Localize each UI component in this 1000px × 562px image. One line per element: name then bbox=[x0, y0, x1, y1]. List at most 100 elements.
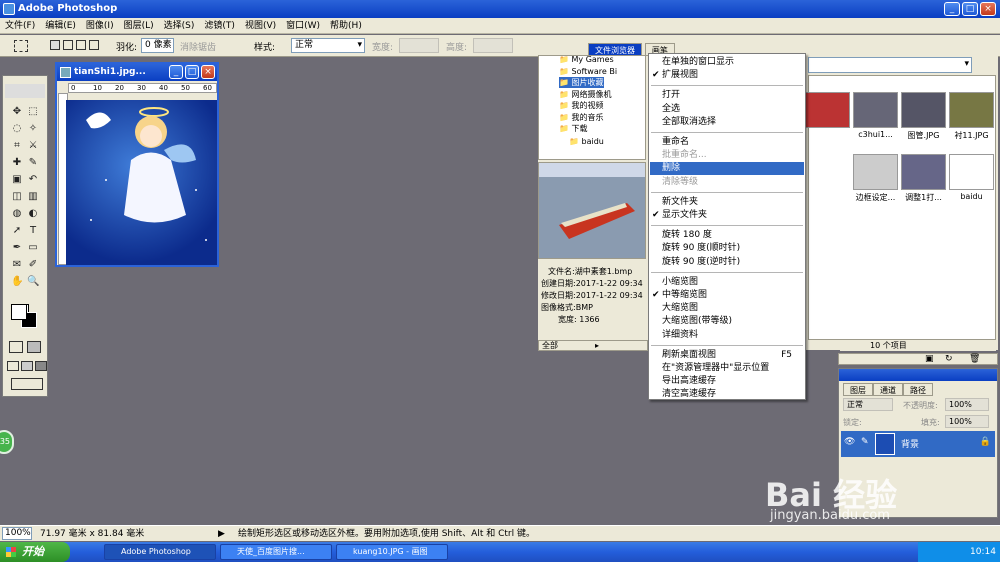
thumbnail[interactable] bbox=[853, 92, 898, 128]
context-menu-item[interactable]: ✔ 显示文件夹 bbox=[650, 209, 804, 222]
play-icon[interactable]: ▶ bbox=[218, 526, 225, 542]
path-dropdown[interactable]: ▾ bbox=[808, 57, 972, 73]
tree-folder-item[interactable]: 📁 Software Bi bbox=[559, 66, 617, 77]
brush-tool-icon[interactable]: ✎ bbox=[27, 157, 39, 169]
layers-tab[interactable]: 通道 bbox=[873, 383, 903, 396]
move-tool-icon[interactable]: ✥ bbox=[11, 106, 23, 118]
context-menu-item[interactable]: 详细资料 bbox=[650, 329, 804, 342]
context-menu-item[interactable]: 旋转 90 度(顺时针) bbox=[650, 242, 804, 255]
history-brush-tool-icon[interactable]: ↶ bbox=[27, 174, 39, 186]
layers-title-bar[interactable] bbox=[839, 369, 997, 381]
thumbnail[interactable] bbox=[901, 92, 946, 128]
magic-wand-tool-icon[interactable]: ✧ bbox=[27, 123, 39, 135]
pen-tool-icon[interactable]: ✒ bbox=[11, 242, 23, 254]
context-menu-item[interactable]: 打开 bbox=[650, 89, 804, 102]
menu-item-3[interactable]: 图层(L) bbox=[119, 18, 159, 34]
shape-tool-icon[interactable]: ▭ bbox=[27, 242, 39, 254]
context-menu-item[interactable]: 重命名 bbox=[650, 136, 804, 149]
context-menu-item[interactable]: 在"资源管理器中"显示位置 bbox=[650, 362, 804, 375]
screen-mode-black-icon[interactable] bbox=[35, 361, 47, 371]
context-menu-item[interactable]: 大缩览图 bbox=[650, 302, 804, 315]
context-menu-item[interactable]: 旋转 90 度(逆时针) bbox=[650, 256, 804, 269]
new-folder-icon[interactable]: ▣ bbox=[925, 354, 934, 364]
tree-folder-item[interactable]: 📁 图片收藏 bbox=[559, 77, 604, 88]
gradient-tool-icon[interactable]: ▥ bbox=[27, 191, 39, 203]
screen-mode-standard-icon[interactable] bbox=[7, 361, 19, 371]
fill-input[interactable]: 100% bbox=[945, 415, 989, 428]
context-menu-item[interactable]: 大缩览图(带等级) bbox=[650, 315, 804, 328]
tree-folder-item[interactable]: 📁 我的音乐 bbox=[559, 112, 604, 123]
menu-item-2[interactable]: 图像(I) bbox=[81, 18, 119, 34]
close-button[interactable]: × bbox=[980, 2, 996, 16]
image-canvas[interactable] bbox=[66, 100, 217, 265]
context-menu-item[interactable]: 删除 bbox=[650, 162, 804, 176]
doc-close-button[interactable]: × bbox=[201, 65, 215, 79]
thumbnail[interactable] bbox=[949, 92, 994, 128]
rotate-icon[interactable]: ↻ bbox=[945, 354, 953, 364]
intersect-selection-icon[interactable] bbox=[89, 40, 99, 50]
context-menu-item[interactable]: ✔ 中等缩览图 bbox=[650, 289, 804, 302]
context-menu-item[interactable]: 小缩览图 bbox=[650, 276, 804, 289]
marquee-tool-icon[interactable]: ⬚ bbox=[27, 106, 39, 118]
marquee-tool-icon[interactable] bbox=[14, 40, 28, 52]
slice-tool-icon[interactable]: ⚔ bbox=[27, 140, 39, 152]
context-menu-item[interactable]: 全选 bbox=[650, 103, 804, 116]
task-browser[interactable]: 天使_百度图片搜... bbox=[220, 544, 332, 560]
foreground-swatch[interactable] bbox=[11, 304, 27, 320]
eye-icon[interactable]: 👁 bbox=[844, 437, 855, 447]
path-select-tool-icon[interactable]: ➚ bbox=[11, 225, 23, 237]
menu-item-7[interactable]: 窗口(W) bbox=[281, 18, 325, 34]
task-paint[interactable]: kuang10.JPG - 画图 bbox=[336, 544, 448, 560]
tree-folder-item[interactable]: 📁 下载 bbox=[559, 123, 588, 134]
menu-item-1[interactable]: 编辑(E) bbox=[40, 18, 81, 34]
healing-tool-icon[interactable]: ✚ bbox=[11, 157, 23, 169]
doc-maximize-button[interactable]: □ bbox=[185, 65, 199, 79]
thumbnail[interactable] bbox=[853, 154, 898, 190]
notes-tool-icon[interactable]: ✉ bbox=[11, 259, 23, 271]
antialias-checkbox[interactable]: 消除锯齿 bbox=[180, 40, 216, 53]
filter-select[interactable]: 全部 ▸ bbox=[538, 340, 648, 351]
menu-item-4[interactable]: 选择(S) bbox=[159, 18, 200, 34]
quickmask-mode-icon[interactable] bbox=[27, 341, 41, 353]
tree-folder-item[interactable]: 📁 网络摄像机 bbox=[559, 89, 612, 100]
new-selection-icon[interactable] bbox=[50, 40, 60, 50]
zoom-tool-icon[interactable]: 🔍 bbox=[27, 276, 39, 288]
context-menu-item[interactable]: 在单独的窗口显示 bbox=[650, 56, 804, 69]
eraser-tool-icon[interactable]: ◫ bbox=[11, 191, 23, 203]
subtract-selection-icon[interactable] bbox=[76, 40, 86, 50]
floating-badge[interactable]: 35 bbox=[0, 430, 14, 454]
context-menu-item[interactable]: ✔ 扩展视图 bbox=[650, 69, 804, 82]
tree-folder-item[interactable]: 📁 baidu bbox=[569, 136, 604, 147]
doc-minimize-button[interactable]: _ bbox=[169, 65, 183, 79]
blend-mode-select[interactable]: 正常 bbox=[843, 398, 893, 411]
context-menu-item[interactable]: 全部取消选择 bbox=[650, 116, 804, 129]
menu-item-8[interactable]: 帮助(H) bbox=[325, 18, 367, 34]
tree-folder-item[interactable]: 📁 我的视频 bbox=[559, 100, 604, 111]
lasso-tool-icon[interactable]: ◌ bbox=[11, 123, 23, 135]
height-input[interactable] bbox=[473, 38, 513, 53]
screen-mode-full-icon[interactable] bbox=[21, 361, 33, 371]
thumbnail[interactable] bbox=[805, 92, 850, 128]
width-input[interactable] bbox=[399, 38, 439, 53]
thumbnail[interactable] bbox=[901, 154, 946, 190]
style-select[interactable]: 正常 ▾ bbox=[291, 38, 365, 53]
menu-item-5[interactable]: 滤镜(T) bbox=[199, 18, 240, 34]
type-tool-icon[interactable]: T bbox=[27, 225, 39, 237]
zoom-input[interactable]: 100% bbox=[2, 527, 32, 540]
add-selection-icon[interactable] bbox=[63, 40, 73, 50]
menu-item-6[interactable]: 视图(V) bbox=[240, 18, 281, 34]
eyedropper-tool-icon[interactable]: ✐ bbox=[27, 259, 39, 271]
context-menu-item[interactable]: 新文件夹 bbox=[650, 196, 804, 209]
layer-row[interactable]: 👁 ✎ 背景 🔒 bbox=[841, 431, 995, 457]
trash-icon[interactable]: 🗑 bbox=[969, 354, 980, 364]
standard-mode-icon[interactable] bbox=[9, 341, 23, 353]
stamp-tool-icon[interactable]: ▣ bbox=[11, 174, 23, 186]
context-menu-item[interactable]: 导出高速缓存 bbox=[650, 375, 804, 388]
dodge-tool-icon[interactable]: ◐ bbox=[27, 208, 39, 220]
maximize-button[interactable]: □ bbox=[962, 2, 978, 16]
opacity-input[interactable]: 100% bbox=[945, 398, 989, 411]
blur-tool-icon[interactable]: ◍ bbox=[11, 208, 23, 220]
menu-item-0[interactable]: 文件(F) bbox=[0, 18, 40, 34]
tree-folder-item[interactable]: 📁 My Games bbox=[559, 54, 614, 65]
feather-input[interactable]: 0 像素 bbox=[141, 38, 174, 53]
